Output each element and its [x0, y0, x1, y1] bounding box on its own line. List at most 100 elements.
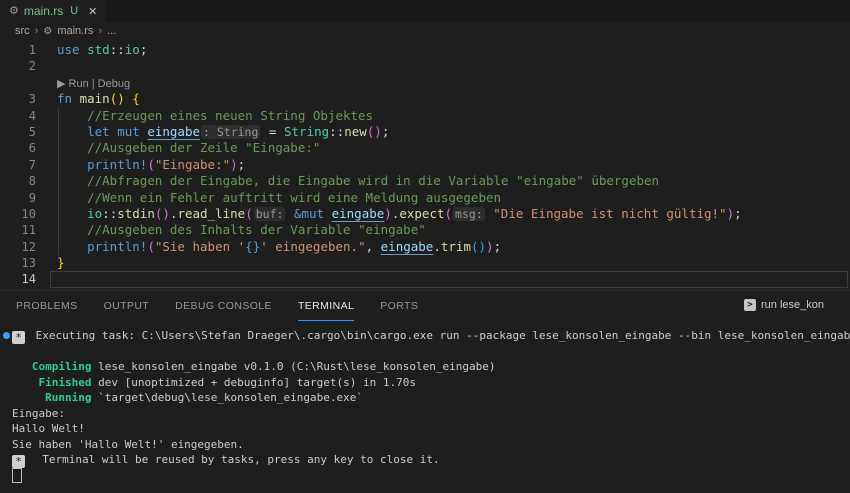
code-line[interactable]: 6 //Ausgeben der Zeile "Eingabe:" — [0, 140, 850, 156]
terminal-task-label: run lese_kon — [761, 299, 824, 311]
token-text: ; — [382, 124, 390, 139]
code-line[interactable]: 1use std::io; — [0, 42, 850, 58]
inlay-hint: : String — [201, 125, 260, 139]
terminal-task-item[interactable]: > run lese_kon — [744, 299, 824, 311]
token-text — [57, 222, 87, 237]
panel-tab-ports[interactable]: PORTS — [380, 300, 418, 321]
token-keyword: use — [57, 42, 80, 57]
breadcrumb-segment[interactable]: ... — [107, 25, 116, 37]
code-line[interactable]: 3fn main() { — [0, 91, 850, 107]
breadcrumb-segment[interactable]: src — [15, 25, 30, 37]
inlay-hint: msg: — [453, 207, 485, 221]
line-number: 5 — [0, 124, 36, 140]
token-bracket: ( — [245, 206, 253, 221]
code-text: let mut eingabe: String = String::new(); — [57, 124, 389, 140]
terminal-output[interactable]: * Executing task: C:\Users\Stefan Draege… — [0, 321, 850, 483]
terminal-text: `target\debug\lese_konsolen_eingabe.exe` — [91, 391, 363, 404]
task-badge-icon: * — [12, 331, 25, 344]
codelens-run-debug[interactable]: ▶ Run | Debug — [57, 76, 130, 92]
token-bracket: () — [471, 239, 486, 254]
code-line[interactable]: 5 let mut eingabe: String = String::new(… — [0, 124, 850, 140]
token-type: String — [284, 124, 329, 139]
panel-tab-problems[interactable]: PROBLEMS — [16, 300, 78, 321]
terminal-line: Sie haben 'Hallo Welt!' eingegeben. — [12, 437, 850, 453]
token-type: io — [87, 206, 102, 221]
line-number: 11 — [0, 222, 36, 238]
terminal-text — [12, 391, 45, 404]
token-text: ; — [140, 42, 148, 57]
code-text: } — [57, 255, 65, 271]
terminal-text: Executing task: C:\Users\Stefan Draeger\… — [29, 329, 850, 342]
line-number: 7 — [0, 157, 36, 173]
token-variable: eingabe — [147, 124, 200, 139]
code-text: println!("Eingabe:"); — [57, 157, 245, 173]
code-text: use std::io; — [57, 42, 147, 58]
token-comment: //Ausgeben des Inhalts der Variable "ein… — [87, 222, 426, 237]
code-editor[interactable]: 1use std::io;2▶ Run | Debug3fn main() {4… — [0, 40, 850, 290]
breadcrumb-separator: › — [98, 25, 102, 37]
terminal-text: Hallo Welt! — [12, 422, 85, 435]
code-line[interactable]: 9 //Wenn ein Fehler auftritt wird eine M… — [0, 190, 850, 206]
token-bracket: ) — [230, 157, 238, 172]
rust-gear-icon: ⚙ — [9, 6, 19, 17]
token-keyword: &mut — [294, 206, 324, 221]
token-bracket: { — [132, 91, 140, 106]
token-string: "Eingabe:" — [155, 157, 230, 172]
panel-tab-debug-console[interactable]: DEBUG CONSOLE — [175, 300, 272, 321]
line-number: 8 — [0, 173, 36, 189]
code-text: //Erzeugen eines neuen String Objektes — [57, 108, 373, 124]
token-text — [80, 42, 88, 57]
token-text — [324, 206, 332, 221]
breadcrumb-segment[interactable]: main.rs — [57, 25, 93, 37]
code-line[interactable]: 14 — [0, 271, 850, 287]
token-bracket: ) — [384, 206, 392, 221]
token-function: trim — [441, 239, 471, 254]
token-comment: //Ausgeben der Zeile "Eingabe:" — [87, 140, 320, 155]
token-text: = — [261, 124, 284, 139]
line-number: 10 — [0, 206, 36, 222]
token-bracket: ( — [147, 157, 155, 172]
current-line-highlight — [50, 271, 848, 287]
tab-main-rs[interactable]: ⚙ main.rs U ✕ — [0, 0, 106, 22]
token-text: . — [433, 239, 441, 254]
panel-tab-bar: PROBLEMS OUTPUT DEBUG CONSOLE TERMINAL PORTS… — [0, 290, 850, 321]
terminal-line — [12, 344, 850, 360]
code-line[interactable]: 13} — [0, 255, 850, 271]
terminal-text-green: Running — [45, 391, 91, 404]
close-icon[interactable]: ✕ — [88, 5, 97, 18]
panel-tab-terminal[interactable]: TERMINAL — [298, 300, 354, 321]
token-keyword: println! — [87, 157, 147, 172]
code-text: println!("Sie haben '{}' eingegeben.", e… — [57, 239, 501, 255]
token-text — [72, 91, 80, 106]
line-number: 13 — [0, 255, 36, 271]
token-text — [57, 239, 87, 254]
terminal-line: Eingabe: — [12, 406, 850, 422]
code-line[interactable]: 10 io::stdin().read_line(buf: &mut einga… — [0, 206, 850, 222]
terminal-cursor — [12, 468, 22, 483]
code-line[interactable]: 7 println!("Eingabe:"); — [0, 157, 850, 173]
token-format-specifier: {} — [245, 239, 260, 254]
terminal-text — [12, 376, 39, 389]
code-line[interactable]: 4 //Erzeugen eines neuen String Objektes — [0, 108, 850, 124]
token-bracket: () — [110, 91, 125, 106]
token-function: stdin — [117, 206, 155, 221]
line-number: 6 — [0, 140, 36, 156]
vscode-window: { "colors": { "accent_blue": "#3794ff", … — [0, 0, 850, 493]
tab-label: main.rs — [24, 4, 63, 18]
token-bracket: ) — [727, 206, 735, 221]
inlay-hint: buf: — [254, 207, 286, 221]
token-bracket: ( — [147, 239, 155, 254]
terminal-text: Terminal will be reused by tasks, press … — [29, 453, 440, 466]
code-line[interactable]: 12 println!("Sie haben '{}' eingegeben."… — [0, 239, 850, 255]
codelens-row[interactable]: ▶ Run | Debug — [0, 75, 850, 91]
token-bracket: () — [367, 124, 382, 139]
breadcrumb: src›⚙main.rs›... — [0, 22, 850, 40]
token-string: "Sie haben ' — [155, 239, 245, 254]
code-line[interactable]: 11 //Ausgeben des Inhalts der Variable "… — [0, 222, 850, 238]
token-text — [57, 190, 87, 205]
terminal-line — [12, 468, 850, 484]
code-line[interactable]: 8 //Abfragen der Eingabe, die Eingabe wi… — [0, 173, 850, 189]
code-line[interactable]: 2 — [0, 58, 850, 74]
panel-tab-output[interactable]: OUTPUT — [104, 300, 150, 321]
token-text: ; — [734, 206, 742, 221]
